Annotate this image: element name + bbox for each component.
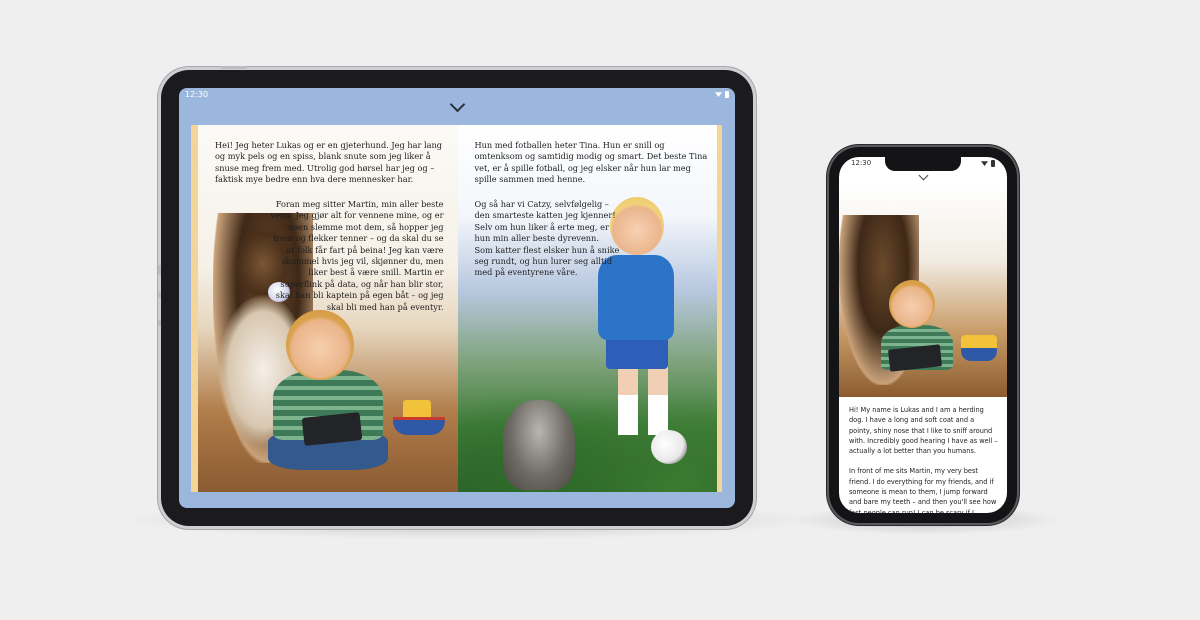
football-illustration [650,430,687,464]
cat-illustration [502,400,575,490]
girl-shorts [605,335,668,369]
toy-boat-illustration [961,335,997,361]
tablet-screen: 12:30 Hei! Jeg heter Lukas og er en gjet… [179,88,735,508]
book-spread: Hei! Jeg heter Lukas og er en gjeterhund… [191,125,722,492]
phone-paragraph-2: In front of me sits Martin, my very best… [849,467,997,513]
tablet-device: 12:30 Hei! Jeg heter Lukas og er en gjet… [158,66,753,526]
phone-paragraph-1: Hi! My name is Lukas and I am a herding … [849,406,998,456]
right-page-paragraph-1: Hun med fotballen heter Tina. Hun er sni… [474,140,708,185]
battery-icon [725,90,729,98]
chevron-down-icon[interactable] [447,96,467,114]
boy-head [889,280,935,328]
status-time: 12:30 [851,159,872,167]
tablet-side-button [158,320,161,326]
phone-illustration [839,185,1007,397]
battery-icon [991,159,995,167]
wifi-icon [981,161,988,166]
left-page-paragraph-1: Hei! Jeg heter Lukas og er en gjeterhund… [215,140,443,185]
chevron-down-icon[interactable] [915,170,931,182]
tablet-side-button [158,265,161,275]
phone-notch [885,157,961,171]
tablet-top-button [221,66,247,69]
book-page-right[interactable]: Hun med fotballen heter Tina. Hun er sni… [457,125,717,492]
left-page-paragraph-2: Foran meg sitter Martin, min aller beste… [270,199,444,312]
right-page-paragraph-2: Og så har vi Catzy, selvfølgelig – den s… [474,199,620,278]
phone-story-text[interactable]: Hi! My name is Lukas and I am a herding … [849,405,999,513]
status-time: 12:30 [185,90,209,99]
wifi-icon [715,92,722,97]
boy-head [286,310,354,380]
book-page-left[interactable]: Hei! Jeg heter Lukas og er en gjeterhund… [198,125,458,492]
phone-screen: 12:30 Hi! My name is Lukas and I am a he… [839,157,1007,513]
phone-device: 12:30 Hi! My name is Lukas and I am a he… [829,147,1017,523]
toy-boat-illustration [393,395,445,435]
tablet-side-button [158,292,161,298]
girl-socks [617,395,668,435]
